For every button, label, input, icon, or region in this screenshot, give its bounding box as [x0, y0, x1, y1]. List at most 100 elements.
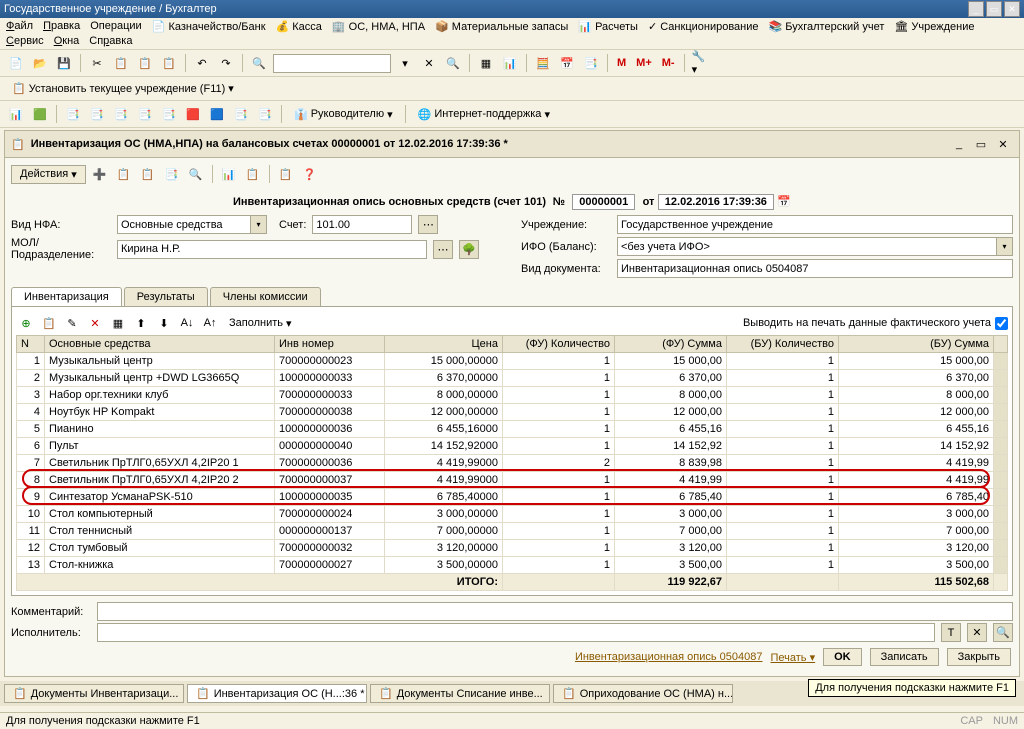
n9-icon[interactable]: 🟦: [207, 104, 227, 124]
task-tab-3[interactable]: 📋 Документы Списание инве...: [370, 684, 550, 703]
clear-icon[interactable]: ✕: [419, 53, 439, 73]
mol-picker[interactable]: ⋯: [433, 240, 453, 259]
schet-combo[interactable]: 101.00: [312, 215, 412, 234]
table-row[interactable]: 11Стол теннисный0000000001377 000,000001…: [17, 523, 1008, 540]
menu-edit[interactable]: Правка: [43, 20, 80, 33]
table-row[interactable]: 12Стол тумбовый7000000000323 120,0000013…: [17, 540, 1008, 557]
menu-treasury[interactable]: 📄 Казначейство/Банк: [152, 20, 266, 33]
close-button[interactable]: ✕: [1004, 1, 1020, 17]
menu-help[interactable]: Справка: [89, 35, 132, 47]
tb1-icon[interactable]: 📊: [500, 53, 520, 73]
n7-icon[interactable]: 📑: [159, 104, 179, 124]
table-row[interactable]: 2Музыкальный центр +DWD LG3665Q100000000…: [17, 370, 1008, 387]
actions-button[interactable]: Действия ▾: [11, 165, 86, 184]
exec-input[interactable]: [97, 623, 935, 642]
delete-row-icon[interactable]: ✕: [85, 313, 105, 333]
a5-icon[interactable]: 🔍: [186, 164, 206, 184]
a1-icon[interactable]: ➕: [90, 164, 110, 184]
open-icon[interactable]: 📂: [30, 53, 50, 73]
tab-members[interactable]: Члены комиссии: [210, 287, 321, 306]
task-tab-2[interactable]: 📋 Инвентаризация ОС (Н...:36 *: [187, 684, 367, 703]
col-n[interactable]: N: [17, 336, 45, 353]
print-button[interactable]: Печать ▾: [770, 651, 815, 664]
n3-icon[interactable]: 📑: [63, 104, 83, 124]
mol-combo[interactable]: Кирина Н.Р.: [117, 240, 427, 259]
exec-t-btn[interactable]: T: [941, 623, 961, 642]
redo-icon[interactable]: ↷: [216, 53, 236, 73]
col-busum[interactable]: (БУ) Сумма: [839, 336, 994, 353]
help-icon[interactable]: ❓: [300, 164, 320, 184]
table-row[interactable]: 4Ноутбук HP Kompakt70000000003812 000,00…: [17, 404, 1008, 421]
n10-icon[interactable]: 📑: [231, 104, 251, 124]
col-buqty[interactable]: (БУ) Количество: [727, 336, 839, 353]
menu-file[interactable]: Файл: [6, 20, 33, 33]
up-icon[interactable]: ⬆: [131, 313, 151, 333]
a8-icon[interactable]: 📋: [276, 164, 296, 184]
save-icon[interactable]: 💾: [54, 53, 74, 73]
tab-results[interactable]: Результаты: [124, 287, 208, 306]
copy-icon[interactable]: 📋: [111, 53, 131, 73]
print-check[interactable]: Выводить на печать данные фактического у…: [743, 317, 1008, 330]
fill-button[interactable]: Заполнить ▾: [223, 315, 298, 332]
find-icon[interactable]: 🔍: [443, 53, 463, 73]
calc-icon[interactable]: 🧮: [533, 53, 553, 73]
scroll-col[interactable]: [994, 336, 1008, 353]
col-fuqty[interactable]: (ФУ) Количество: [503, 336, 615, 353]
menu-service[interactable]: Сервис: [6, 35, 44, 47]
dropdown-icon[interactable]: ▾: [395, 53, 415, 73]
close-doc-button[interactable]: Закрыть: [947, 648, 1011, 666]
tb2-icon[interactable]: 📑: [581, 53, 601, 73]
a4-icon[interactable]: 📑: [162, 164, 182, 184]
task-tab-1[interactable]: 📋 Документы Инвентаризаци...: [4, 684, 184, 703]
tab-inventory[interactable]: Инвентаризация: [11, 287, 122, 306]
magnify-icon[interactable]: 🔍: [249, 53, 269, 73]
menu-calc[interactable]: 📊 Расчеты: [578, 20, 638, 33]
comment-input[interactable]: [97, 602, 1013, 621]
m-plus-btn[interactable]: M+: [633, 57, 655, 69]
table-row[interactable]: 7Светильник ПрТЛГ0,65УХЛ 4,2IP20 1700000…: [17, 455, 1008, 472]
cal-icon[interactable]: 📅: [557, 53, 577, 73]
doc-date[interactable]: 12.02.2016 17:39:36: [658, 194, 774, 210]
set-org-button[interactable]: 📋 Установить текущее учреждение (F11) ▾: [6, 80, 240, 97]
a2-icon[interactable]: 📋: [114, 164, 134, 184]
m-btn[interactable]: M: [614, 57, 629, 69]
doc-close-icon[interactable]: ✕: [993, 134, 1013, 154]
vid-nfa-combo[interactable]: Основные средства▾: [117, 215, 267, 234]
col-name[interactable]: Основные средства: [45, 336, 275, 353]
a3-icon[interactable]: 📋: [138, 164, 158, 184]
support-link[interactable]: 🌐 Интернет-поддержка ▾: [412, 106, 556, 123]
doc-number[interactable]: 00000001: [572, 194, 635, 210]
n11-icon[interactable]: 📑: [255, 104, 275, 124]
add-row-icon[interactable]: ⊕: [16, 313, 36, 333]
table-row[interactable]: 3Набор орг.техники клуб7000000000338 000…: [17, 387, 1008, 404]
table-row[interactable]: 6Пульт00000000004014 152,92000114 152,92…: [17, 438, 1008, 455]
n6-icon[interactable]: 📑: [135, 104, 155, 124]
maximize-button[interactable]: ▭: [986, 1, 1002, 17]
doc-max-icon[interactable]: ▭: [971, 134, 991, 154]
exec-x-btn[interactable]: ✕: [967, 623, 987, 642]
table-row[interactable]: 8Светильник ПрТЛГ0,65УХЛ 4,2IP20 2700000…: [17, 472, 1008, 489]
menu-org[interactable]: 🏛 Учреждение: [894, 20, 974, 33]
sort-asc-icon[interactable]: A↓: [177, 313, 197, 333]
paste2-icon[interactable]: 📋: [159, 53, 179, 73]
table-row[interactable]: 1Музыкальный центр70000000002315 000,000…: [17, 353, 1008, 370]
menu-operations[interactable]: Операции: [90, 20, 141, 33]
col-fusum[interactable]: (ФУ) Сумма: [615, 336, 727, 353]
ifo-combo[interactable]: <без учета ИФО>▾: [617, 237, 1013, 256]
save-button[interactable]: Записать: [870, 648, 939, 666]
schet-picker[interactable]: ⋯: [418, 215, 438, 234]
new-icon[interactable]: 📄: [6, 53, 26, 73]
cal-picker-icon[interactable]: 📅: [777, 196, 791, 208]
task-tab-4[interactable]: 📋 Оприходование ОС (НМА) н...: [553, 684, 733, 703]
cut-icon[interactable]: ✂: [87, 53, 107, 73]
data-grid[interactable]: N Основные средства Инв номер Цена (ФУ) …: [16, 335, 1008, 591]
a6-icon[interactable]: 📊: [219, 164, 239, 184]
menu-os[interactable]: 🏢 ОС, НМА, НПА: [332, 20, 425, 33]
menu-kassa[interactable]: 💰 Касса: [276, 20, 322, 33]
undo-icon[interactable]: ↶: [192, 53, 212, 73]
ok-button[interactable]: OK: [823, 648, 862, 666]
search-input[interactable]: [273, 54, 391, 73]
viddoc-combo[interactable]: Инвентаризационная опись 0504087: [617, 259, 1013, 278]
table-row[interactable]: 9Синтезатор УсманаPSK-5101000000000356 7…: [17, 489, 1008, 506]
copy-row-icon[interactable]: 📋: [39, 313, 59, 333]
